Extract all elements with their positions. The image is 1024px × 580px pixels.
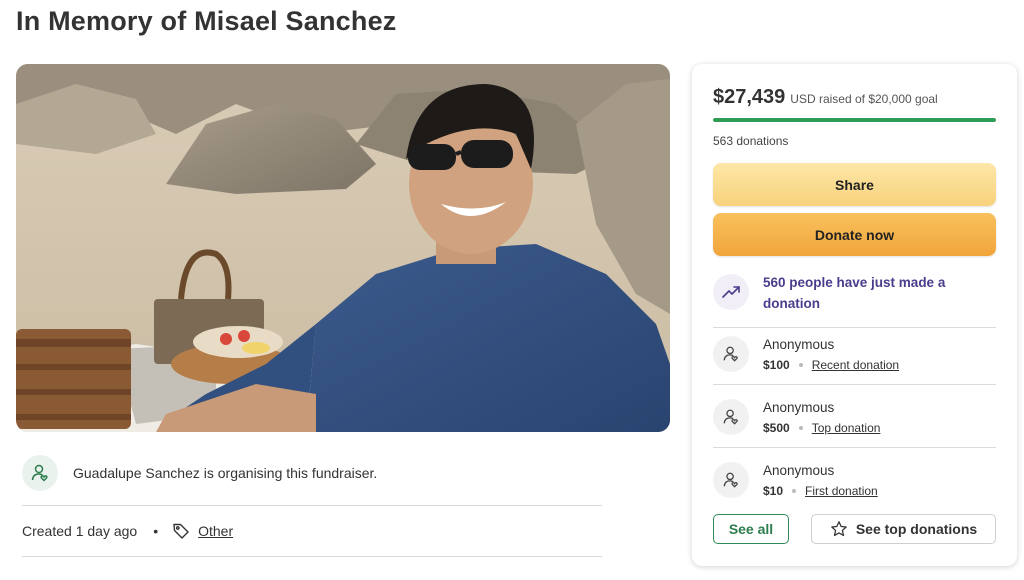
- divider: [22, 505, 602, 506]
- donation-card: $27,439 USD raised of $20,000 goal 563 d…: [692, 64, 1017, 566]
- share-button[interactable]: Share: [713, 163, 996, 206]
- donor-amount: $100: [763, 358, 790, 372]
- divider: [713, 327, 996, 328]
- star-icon: [830, 521, 847, 537]
- donor-name: Anonymous: [763, 337, 835, 352]
- person-heart-icon: [713, 336, 749, 372]
- see-top-donations-label: See top donations: [855, 521, 978, 537]
- see-top-donations-button[interactable]: See top donations: [811, 514, 996, 544]
- organiser-row: Guadalupe Sanchez is organising this fun…: [22, 453, 602, 493]
- donor-name: Anonymous: [763, 463, 835, 478]
- amount-raised: $27,439: [713, 86, 786, 108]
- page-title: In Memory of Misael Sanchez: [16, 6, 397, 36]
- organiser-text: Guadalupe Sanchez is organising this fun…: [73, 465, 378, 481]
- meta-separator: •: [153, 523, 159, 539]
- fundraiser-meta: Created 1 day ago • Other: [22, 519, 233, 543]
- hero-photo: [16, 64, 670, 432]
- donor-item: Anonymous $100 Recent donation: [713, 330, 996, 378]
- divider: [713, 384, 996, 385]
- separator-dot: [792, 489, 797, 493]
- divider: [22, 556, 602, 557]
- see-all-button[interactable]: See all: [713, 514, 789, 544]
- amount-row: $27,439 USD raised of $20,000 goal: [713, 86, 938, 109]
- person-heart-icon: [22, 455, 58, 491]
- progress-fill: [713, 118, 996, 122]
- donor-name: Anonymous: [763, 400, 835, 415]
- donor-item: Anonymous $500 Top donation: [713, 393, 996, 441]
- trend-text: 560 people have just made a donation: [763, 275, 946, 311]
- category-link[interactable]: Other: [198, 523, 233, 539]
- trend-notice: 560 people have just made a donation: [713, 272, 973, 314]
- goal-text: USD raised of $20,000 goal: [790, 92, 938, 106]
- separator-dot: [798, 426, 803, 430]
- separator-dot: [798, 363, 803, 367]
- donation-type-link[interactable]: Top donation: [812, 421, 881, 435]
- progress-bar: [713, 118, 996, 122]
- donation-count: 563 donations: [713, 134, 789, 148]
- tag-icon: [172, 522, 190, 540]
- donor-amount: $500: [763, 421, 790, 435]
- divider: [713, 447, 996, 448]
- person-heart-icon: [713, 462, 749, 498]
- donor-amount: $10: [763, 484, 784, 498]
- trending-up-icon: [713, 274, 749, 310]
- person-heart-icon: [713, 399, 749, 435]
- donor-item: Anonymous $10 First donation: [713, 456, 996, 504]
- donate-button[interactable]: Donate now: [713, 213, 996, 256]
- donation-type-link[interactable]: Recent donation: [812, 358, 899, 372]
- created-date: Created 1 day ago: [22, 523, 138, 539]
- donation-type-link[interactable]: First donation: [805, 484, 878, 498]
